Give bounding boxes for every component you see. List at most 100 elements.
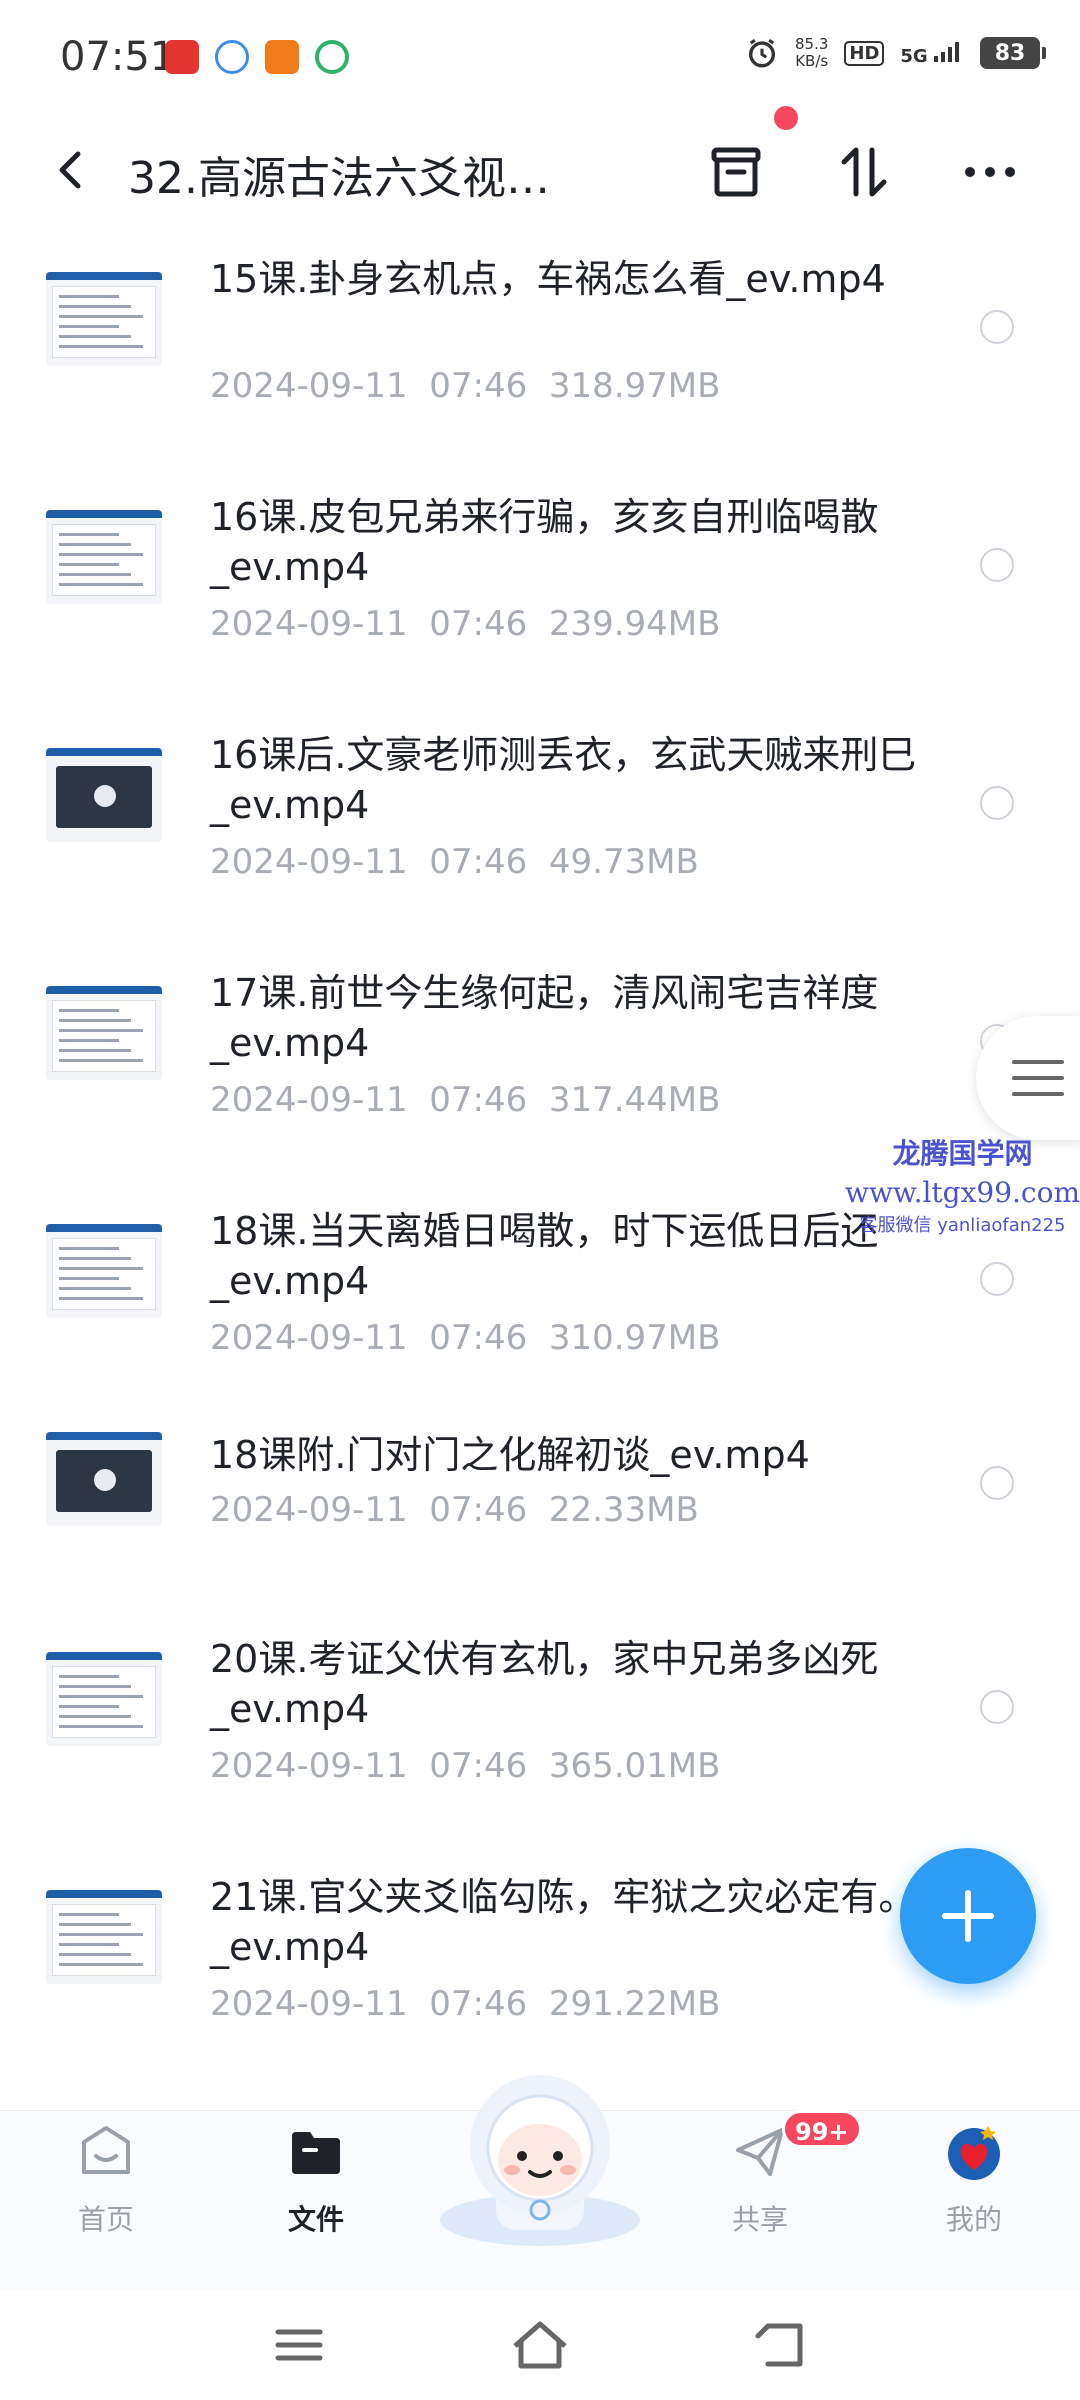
file-name: 18课.当天离婚日喝散，时下运低日后还_ev.mp4: [210, 1209, 879, 1303]
file-time: 07:46: [429, 1984, 528, 2024]
thumbnail-document: [52, 1238, 156, 1310]
thumbnail-text-line: [59, 1725, 143, 1728]
file-meta: 2024-09-11 07:46 22.33MB: [210, 1490, 699, 1530]
thumbnail-text-line: [59, 335, 131, 338]
add-button[interactable]: [900, 1848, 1036, 1984]
watermark-line3: 客服微信 yanliaofan225: [859, 1215, 1066, 1236]
share-count-badge: 99+: [782, 2110, 862, 2148]
file-name: 21课.官父夹爻临勾陈，牢狱之灾必定有。_ev.mp4: [210, 1875, 917, 1969]
file-size: 365.01MB: [548, 1746, 721, 1786]
status-app-icons: [165, 40, 349, 74]
file-size: 22.33MB: [548, 1490, 699, 1530]
video-thumbnail: [46, 510, 162, 604]
archive-box-icon[interactable]: [706, 142, 766, 202]
thumbnail-text-line: [59, 1019, 131, 1022]
thumbnail-text-line: [59, 583, 143, 586]
file-list-item[interactable]: 16课.皮包兄弟来行骗，亥亥自刑临喝散_ev.mp4 2024-09-11 07:…: [0, 458, 1080, 696]
thumbnail-text-line: [59, 1029, 143, 1032]
thumbnail-header-bar: [46, 986, 162, 994]
select-radio[interactable]: [980, 1262, 1014, 1296]
home-icon[interactable]: [505, 2310, 575, 2380]
thumbnail-header-bar: [46, 1890, 162, 1898]
recent-apps-icon[interactable]: [264, 2310, 334, 2380]
file-list-item[interactable]: 20课.考证父伏有玄机，家中兄弟多凶死_ev.mp4 2024-09-11 07:…: [0, 1600, 1080, 1838]
folder-icon: [292, 2132, 340, 2174]
file-meta: 2024-09-11 07:46 310.97MB: [210, 1318, 720, 1358]
back-nav-icon[interactable]: [746, 2310, 816, 2380]
thumbnail-document: [52, 1666, 156, 1738]
thumbnail-header-bar: [46, 1652, 162, 1660]
file-date: 2024-09-11: [210, 1746, 408, 1786]
back-arrow-icon[interactable]: [48, 146, 96, 194]
video-thumbnail: [46, 1652, 162, 1746]
home-face-icon: [82, 2126, 130, 2174]
thumbnail-text-line: [59, 1257, 131, 1260]
thumbnail-text-line: [59, 325, 119, 328]
thumbnail-document: [52, 1000, 156, 1072]
notification-dot: [774, 106, 798, 130]
watermark-line1: 龙腾国学网: [892, 1137, 1033, 1170]
status-right: 85.3 KB/s HD 5G 83: [745, 36, 1046, 70]
file-size: 317.44MB: [548, 1080, 721, 1120]
select-radio[interactable]: [980, 548, 1014, 582]
file-meta: 2024-09-11 07:46 239.94MB: [210, 604, 720, 644]
nav-home-label: 首页: [77, 2203, 134, 2236]
file-name: 17课.前世今生缘何起，清风闹宅吉祥度_ev.mp4: [210, 971, 879, 1065]
video-thumbnail: [46, 1432, 162, 1526]
thumbnail-text-line: [59, 1039, 119, 1042]
thumbnail-text-line: [59, 1943, 119, 1946]
mascot-astronaut-icon[interactable]: [430, 2050, 650, 2250]
nav-home[interactable]: 首页: [36, 2122, 176, 2238]
alarm-icon: [748, 38, 776, 68]
file-name: 20课.考证父伏有玄机，家中兄弟多凶死_ev.mp4: [210, 1637, 879, 1731]
select-radio[interactable]: [980, 1466, 1014, 1500]
file-name: 16课.皮包兄弟来行骗，亥亥自刑临喝散_ev.mp4: [210, 495, 879, 589]
sort-icon[interactable]: [834, 142, 894, 202]
refresh-app-icon: [315, 40, 349, 74]
file-time: 07:46: [429, 1490, 528, 1530]
file-name: 15课.卦身玄机点，车祸怎么看_ev.mp4: [210, 257, 886, 301]
thumbnail-header-bar: [46, 1432, 162, 1440]
thumbnail-text-line: [59, 1695, 143, 1698]
thumbnail-text-line: [59, 1049, 131, 1052]
thumbnail-text-line: [59, 315, 143, 318]
select-radio[interactable]: [980, 786, 1014, 820]
thumbnail-text-line: [59, 543, 131, 546]
thumbnail-text-line: [59, 1705, 119, 1708]
thumbnail-document: [52, 1904, 156, 1976]
handle-line: [1012, 1060, 1064, 1064]
file-date: 2024-09-11: [210, 1080, 408, 1120]
file-meta: 2024-09-11 07:46 318.97MB: [210, 366, 720, 406]
more-options-icon[interactable]: [960, 142, 1020, 202]
thumbnail-text-line: [59, 1715, 131, 1718]
nav-mine[interactable]: 我的: [904, 2122, 1044, 2238]
file-list-item[interactable]: 16课后.文豪老师测丢衣，玄武天贼来刑巳_ev.mp4 2024-09-11 07…: [0, 696, 1080, 934]
file-date: 2024-09-11: [210, 1984, 408, 2024]
watermark-line2: www.ltgx99.com: [845, 1176, 1080, 1209]
select-radio[interactable]: [980, 1690, 1014, 1724]
file-date: 2024-09-11: [210, 1490, 408, 1530]
file-size: 239.94MB: [548, 604, 721, 644]
file-name: 16课后.文豪老师测丢衣，玄武天贼来刑巳_ev.mp4: [210, 733, 917, 827]
file-meta: 2024-09-11 07:46 291.22MB: [210, 1984, 720, 2024]
file-list-item[interactable]: 15课.卦身玄机点，车祸怎么看_ev.mp4 2024-09-11 07:46 3…: [0, 220, 1080, 458]
file-date: 2024-09-11: [210, 842, 408, 882]
nav-share-label: 共享: [731, 2203, 788, 2236]
thumbnail-text-line: [59, 1933, 143, 1936]
file-size: 310.97MB: [548, 1318, 721, 1358]
thumbnail-header-bar: [46, 272, 162, 280]
net-speed-unit: KB/s: [795, 52, 829, 70]
video-thumbnail: [46, 1224, 162, 1318]
file-date: 2024-09-11: [210, 604, 408, 644]
thumbnail-text-line: [59, 1267, 143, 1270]
paper-plane-icon: [736, 2128, 784, 2176]
taobao-icon: [265, 40, 299, 74]
thumbnail-text-line: [59, 533, 119, 536]
net-speed: 85.3 KB/s: [795, 36, 828, 70]
file-time: 07:46: [429, 1080, 528, 1120]
battery-indicator: 83: [980, 37, 1046, 69]
avatar-heart-icon: [948, 2126, 1000, 2180]
nav-files[interactable]: 文件: [246, 2122, 386, 2238]
select-radio[interactable]: [980, 310, 1014, 344]
thumbnail-text-line: [59, 1059, 143, 1062]
